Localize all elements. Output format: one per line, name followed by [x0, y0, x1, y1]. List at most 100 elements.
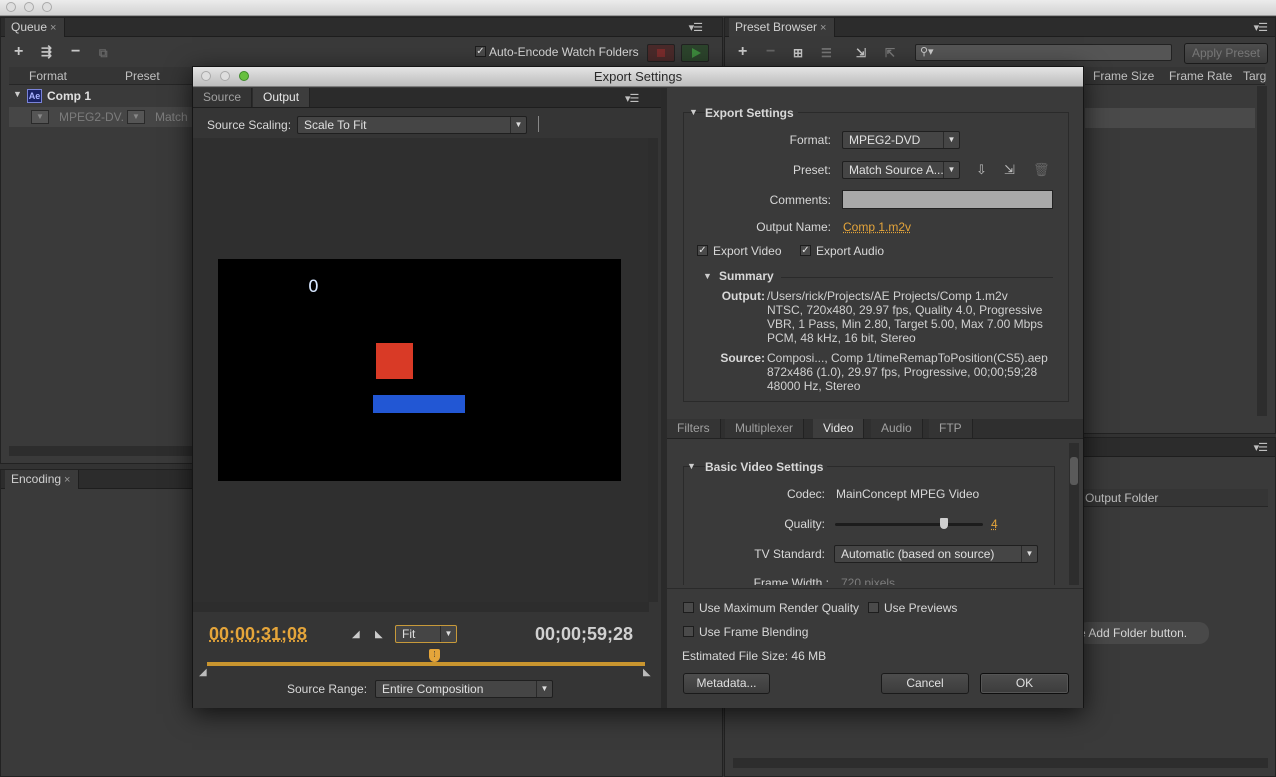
- tab-video[interactable]: Video: [813, 419, 865, 438]
- preview-horizontal-scrollbar[interactable]: [193, 602, 649, 612]
- auto-encode-checkbox[interactable]: ✓: [475, 46, 486, 57]
- tab-source[interactable]: Source: [193, 88, 253, 107]
- preset-value: Match Source A...: [849, 163, 944, 177]
- start-queue-button[interactable]: [681, 44, 709, 62]
- zoom-dropdown[interactable]: Fit ▼: [395, 625, 457, 643]
- video-frame: 0: [218, 259, 621, 481]
- scrollbar-thumb[interactable]: [1070, 457, 1078, 485]
- apply-preset-button[interactable]: Apply Preset: [1184, 43, 1268, 64]
- in-point-marker-icon[interactable]: ◢: [199, 667, 207, 678]
- tab-preset-browser[interactable]: Preset Browser ×: [729, 18, 836, 37]
- column-frame-rate[interactable]: Frame Rate: [1169, 67, 1232, 85]
- out-point-marker-icon[interactable]: ◣: [643, 667, 651, 678]
- set-in-point-icon[interactable]: ◢: [352, 629, 360, 640]
- column-target[interactable]: Targ: [1243, 67, 1266, 85]
- column-frame-size[interactable]: Frame Size: [1093, 67, 1154, 85]
- cancel-button[interactable]: Cancel: [881, 673, 969, 694]
- summary-collapse-icon[interactable]: ▼: [703, 271, 712, 281]
- format-dropdown-arrow[interactable]: ▼: [31, 110, 49, 124]
- watch-horizontal-scrollbar[interactable]: [733, 758, 1268, 768]
- preview-vertical-scrollbar[interactable]: [648, 138, 658, 602]
- quality-slider-thumb[interactable]: [940, 518, 948, 529]
- preview-menu-icon[interactable]: ▾☰: [625, 92, 639, 105]
- preset-dropdown[interactable]: Match Source A... ▼: [842, 161, 960, 179]
- tab-preset-browser-label: Preset Browser: [735, 20, 818, 34]
- source-scaling-dropdown[interactable]: Scale To Fit ▼: [297, 116, 527, 134]
- close-icon[interactable]: ×: [820, 22, 826, 34]
- auto-encode-label: Auto-Encode Watch Folders: [489, 45, 639, 59]
- tab-queue-label: Queue: [11, 20, 48, 34]
- minimize-window-button[interactable]: [24, 2, 34, 12]
- add-source-button[interactable]: +: [14, 44, 23, 60]
- quality-value[interactable]: 4: [991, 517, 998, 531]
- import-preset-icon[interactable]: ⇲: [856, 45, 866, 61]
- play-icon: [692, 48, 701, 58]
- delete-preset-icon[interactable]: 🗑: [1033, 162, 1050, 178]
- panel-menu-icon[interactable]: ▾☰: [1254, 441, 1268, 454]
- column-output-folder[interactable]: Output Folder: [1085, 489, 1158, 507]
- new-preset-button[interactable]: +: [738, 44, 747, 60]
- queue-item-format[interactable]: MPEG2-DV.: [59, 110, 124, 124]
- quality-slider[interactable]: [835, 518, 983, 529]
- column-format[interactable]: Format: [29, 67, 67, 85]
- column-preset[interactable]: Preset: [125, 67, 160, 85]
- tab-encoding[interactable]: Encoding ×: [5, 470, 80, 489]
- preview-pane: Source Output ▾☰ Source Scaling: Scale T…: [193, 88, 661, 708]
- time-ruler[interactable]: [207, 662, 645, 666]
- video-settings-scrollbar[interactable]: [1069, 443, 1079, 585]
- format-label: Format:: [789, 133, 831, 147]
- export-settings-dialog: Export Settings Source Output ▾☰ Source …: [192, 66, 1084, 708]
- tab-output[interactable]: Output: [253, 88, 311, 107]
- close-icon[interactable]: ×: [64, 474, 70, 486]
- output-name-link[interactable]: Comp 1.m2v: [843, 220, 911, 234]
- max-render-quality-checkbox[interactable]: [683, 602, 694, 613]
- export-audio-checkbox[interactable]: ✓: [800, 245, 811, 256]
- tab-multiplexer[interactable]: Multiplexer: [725, 419, 805, 438]
- tab-queue[interactable]: Queue ×: [5, 18, 66, 37]
- expand-triangle-icon[interactable]: ▼: [13, 89, 22, 99]
- remove-button[interactable]: −: [71, 44, 80, 60]
- preset-selected-row[interactable]: [1085, 108, 1255, 128]
- export-preset-icon[interactable]: ⇱: [885, 45, 895, 61]
- summary-source-line: Composi..., Comp 1/timeRemapToPosition(C…: [767, 351, 1048, 365]
- tab-filters[interactable]: Filters: [667, 419, 721, 438]
- preset-search-input[interactable]: ⚲▾: [915, 44, 1172, 61]
- close-icon[interactable]: ×: [50, 22, 56, 34]
- current-time-display[interactable]: 00;00;31;08: [209, 624, 307, 645]
- preset-dropdown-arrow[interactable]: ▼: [127, 110, 145, 124]
- format-dropdown[interactable]: MPEG2-DVD ▼: [842, 131, 960, 149]
- watch-column-header: Output Folder: [1083, 489, 1268, 507]
- duplicate-icon[interactable]: ⧉: [99, 45, 108, 61]
- collapse-triangle-icon[interactable]: ▼: [687, 461, 696, 471]
- panel-menu-icon[interactable]: ▾☰: [689, 21, 703, 34]
- new-group-icon[interactable]: ⊞: [793, 45, 803, 61]
- frame-blending-checkbox[interactable]: [683, 626, 694, 637]
- preset-settings-icon[interactable]: ☰: [821, 45, 832, 61]
- export-video-checkbox[interactable]: ✓: [697, 245, 708, 256]
- metadata-button[interactable]: Metadata...: [683, 673, 770, 694]
- remove-preset-button[interactable]: −: [766, 44, 775, 60]
- preset-vertical-scrollbar[interactable]: [1257, 86, 1267, 416]
- tab-ftp[interactable]: FTP: [929, 419, 973, 438]
- queue-item-preset[interactable]: Match: [155, 110, 188, 124]
- zoom-window-button[interactable]: [42, 2, 52, 12]
- import-preset-icon[interactable]: ⇲: [1004, 162, 1015, 178]
- stop-queue-button[interactable]: [647, 44, 675, 62]
- close-window-button[interactable]: [6, 2, 16, 12]
- playhead-icon[interactable]: ⁞: [429, 649, 440, 662]
- chevron-down-icon: ▼: [440, 626, 456, 642]
- save-preset-icon[interactable]: ⇩: [976, 162, 987, 178]
- source-range-label: Source Range:: [287, 682, 368, 696]
- ok-button[interactable]: OK: [980, 673, 1069, 694]
- use-previews-checkbox[interactable]: [868, 602, 879, 613]
- comments-input[interactable]: [842, 190, 1053, 209]
- panel-menu-icon[interactable]: ▾☰: [1254, 21, 1268, 34]
- tab-audio[interactable]: Audio: [871, 419, 923, 438]
- source-range-dropdown[interactable]: Entire Composition ▼: [375, 680, 553, 698]
- summary-source-line: 872x486 (1.0), 29.97 fps, Progressive, 0…: [767, 365, 1038, 379]
- collapse-triangle-icon[interactable]: ▼: [689, 107, 698, 117]
- file-size-value: 46 MB: [791, 649, 827, 663]
- set-out-point-icon[interactable]: ◣: [375, 629, 383, 640]
- add-output-button[interactable]: ⇶: [41, 44, 52, 60]
- tv-standard-dropdown[interactable]: Automatic (based on source) ▼: [834, 545, 1038, 563]
